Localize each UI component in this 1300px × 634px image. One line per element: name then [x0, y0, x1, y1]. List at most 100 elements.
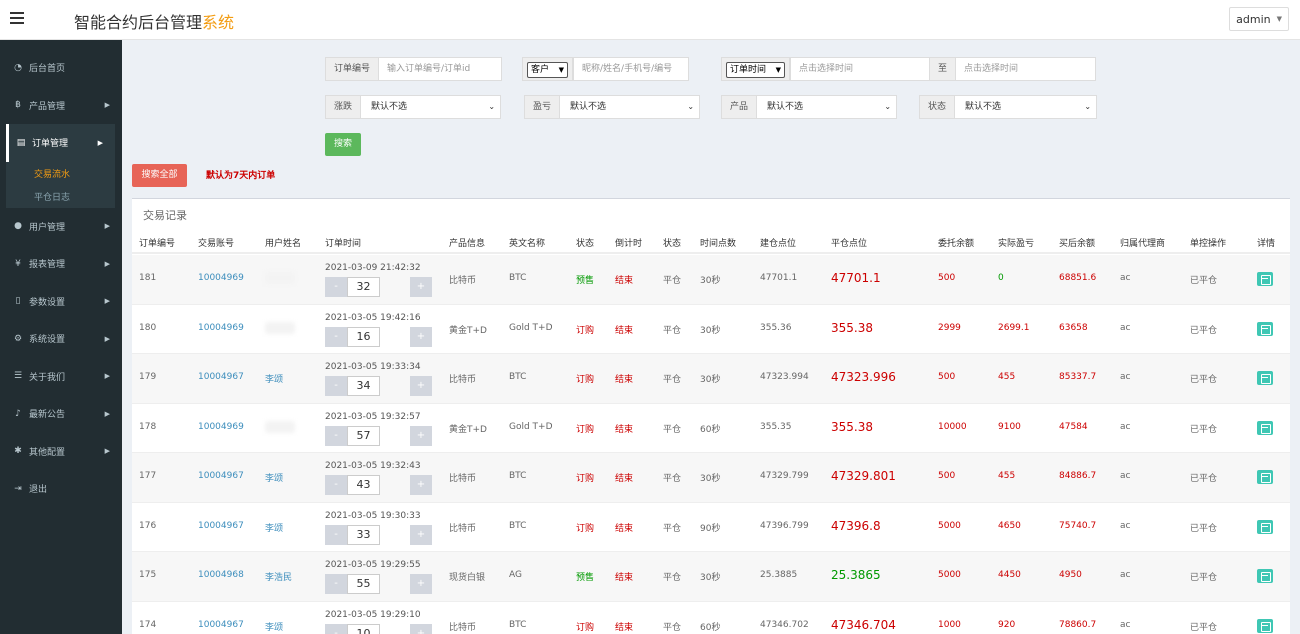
order-type-badge: 订购	[576, 622, 595, 633]
order-time: 2021-03-05 19:30:33	[325, 510, 421, 521]
order-time: 2021-03-05 19:32:57	[325, 411, 421, 422]
detail-icon[interactable]	[1257, 470, 1273, 484]
account-link[interactable]: 10004967	[198, 620, 244, 630]
stepper-minus-button[interactable]: -	[325, 326, 347, 347]
sidebar-item-6[interactable]: ⚙ 系统设置 ▶	[0, 320, 122, 358]
detail-icon[interactable]	[1257, 371, 1273, 385]
stepper-value-input[interactable]: 16	[347, 326, 380, 347]
stepper-minus-button[interactable]: -	[325, 623, 347, 634]
countdown-status: 结束	[615, 424, 634, 435]
agent-name: ac	[1120, 619, 1131, 630]
caret-down-icon: ▼	[558, 66, 565, 74]
stepper-plus-button[interactable]: +	[410, 376, 432, 396]
stepper-value-input[interactable]: 57	[347, 425, 380, 446]
admin-dropdown[interactable]: admin ▼	[1229, 7, 1289, 31]
list-icon: ☰	[13, 371, 23, 382]
sidebar-item-label: 用户管理	[29, 222, 66, 233]
account-link[interactable]: 10004967	[198, 471, 244, 481]
stepper-plus-button[interactable]: +	[410, 524, 432, 545]
position-status: 平仓	[663, 276, 682, 286]
menu-toggle-icon[interactable]	[10, 12, 24, 26]
app-title-main: 智能合约后台管理	[74, 13, 203, 32]
sidebar-item-2[interactable]: ▤ 订单管理 ▶	[6, 124, 115, 162]
cogs-icon: ⚙	[13, 333, 23, 344]
stepper-value-input[interactable]: 43	[347, 475, 380, 495]
time-type-select[interactable]: 订单时间 ▼	[721, 57, 791, 81]
detail-icon[interactable]	[1257, 321, 1273, 336]
user-name-link[interactable]: 李颂	[265, 372, 283, 385]
detail-icon[interactable]	[1257, 569, 1273, 583]
customer-type-select[interactable]: 客户 ▼	[522, 57, 574, 81]
sidebar-subitem-1[interactable]: 平仓日志	[6, 184, 115, 208]
stepper-minus-button[interactable]: -	[325, 425, 347, 446]
actual-pnl: 920	[998, 619, 1016, 630]
stepper-minus-button[interactable]: -	[325, 376, 347, 396]
customer-input[interactable]: 昵称/姓名/手机号/编号	[573, 57, 690, 81]
product-label: 产品	[721, 95, 758, 119]
sidebar-item-4[interactable]: ¥ 报表管理 ▶	[0, 245, 122, 283]
stepper-value-input[interactable]: 55	[347, 574, 380, 594]
order-no-input[interactable]: 输入订单编号/订单id	[379, 57, 503, 81]
status-select[interactable]: 默认不选 ⌄	[955, 95, 1098, 119]
account-link[interactable]: 10004969	[198, 273, 244, 283]
detail-icon[interactable]	[1257, 420, 1273, 435]
actual-pnl: 455	[998, 471, 1016, 481]
open-price: 355.35	[760, 421, 792, 432]
column-header: 单控操作	[1190, 239, 1227, 249]
sidebar-subitem-0[interactable]: 交易流水	[6, 161, 115, 185]
account-link[interactable]: 10004967	[198, 521, 244, 531]
column-header: 用户姓名	[265, 239, 302, 249]
product-en-name: BTC	[509, 273, 527, 283]
stepper-plus-button[interactable]: +	[410, 574, 432, 594]
sidebar-item-8[interactable]: ♪ 最新公告 ▶	[0, 395, 122, 433]
stepper-minus-button[interactable]: -	[325, 524, 347, 545]
stepper-minus-button[interactable]: -	[325, 277, 347, 297]
time-end-input[interactable]: 点击选择时间	[956, 57, 1097, 81]
sidebar-item-0[interactable]: ◔ 后台首页	[0, 49, 122, 87]
stepper-plus-button[interactable]: +	[410, 326, 432, 347]
chevron-down-icon: ⌄	[884, 102, 892, 111]
stepper-minus-button[interactable]: -	[325, 475, 347, 495]
stepper-value-input[interactable]: 34	[347, 376, 380, 396]
status-value: 默认不选	[965, 102, 1002, 112]
app-title-accent: 系统	[202, 13, 235, 32]
detail-icon[interactable]	[1257, 519, 1273, 534]
time-points: 90秒	[700, 523, 721, 534]
stepper-value-input[interactable]: 10	[347, 623, 380, 634]
stepper-plus-button[interactable]: +	[410, 475, 432, 495]
sidebar-item-10[interactable]: ⇥ 退出	[0, 470, 122, 508]
account-link[interactable]: 10004967	[198, 372, 244, 382]
agent-name: ac	[1120, 570, 1131, 580]
detail-icon[interactable]	[1257, 618, 1273, 633]
stepper-value-input[interactable]: 33	[347, 524, 380, 545]
product-select[interactable]: 默认不选 ⌄	[757, 95, 898, 119]
sidebar-item-3[interactable]: ● 用户管理 ▶	[0, 208, 122, 246]
account-link[interactable]: 10004969	[198, 323, 244, 333]
rise-fall-select[interactable]: 默认不选 ⌄	[361, 95, 502, 119]
sidebar-item-5[interactable]: ▯ 参数设置 ▶	[0, 283, 122, 321]
detail-icon[interactable]	[1257, 272, 1273, 286]
search-all-button[interactable]: 搜索全部	[132, 164, 187, 187]
agent-name: ac	[1120, 322, 1131, 333]
user-name-link[interactable]: 李浩民	[265, 570, 292, 583]
user-name-link[interactable]: 李颂	[265, 471, 283, 484]
account-link[interactable]: 10004969	[198, 422, 244, 432]
user-name-link[interactable]: 李颂	[265, 620, 283, 633]
sidebar-item-1[interactable]: ฿ 产品管理 ▶	[0, 87, 122, 125]
stepper-plus-button[interactable]: +	[410, 277, 432, 297]
sidebar-item-label: 其他配置	[29, 447, 66, 458]
stepper-value-input[interactable]: 32	[347, 277, 380, 297]
profit-select[interactable]: 默认不选 ⌄	[560, 95, 701, 119]
user-name-link[interactable]: 李颂	[265, 521, 283, 534]
time-start-input[interactable]: 点击选择时间	[790, 57, 931, 81]
product-name: 比特币	[449, 375, 477, 385]
stepper-plus-button[interactable]: +	[410, 425, 432, 446]
control-status: 已平仓	[1190, 523, 1218, 534]
stepper-plus-button[interactable]: +	[410, 623, 432, 634]
stepper-minus-button[interactable]: -	[325, 574, 347, 594]
agent-name: ac	[1120, 372, 1131, 382]
sidebar-item-7[interactable]: ☰ 关于我们 ▶	[0, 358, 122, 396]
account-link[interactable]: 10004968	[198, 570, 244, 580]
sidebar-item-9[interactable]: ✱ 其他配置 ▶	[0, 433, 122, 471]
search-button[interactable]: 搜索	[325, 133, 361, 156]
